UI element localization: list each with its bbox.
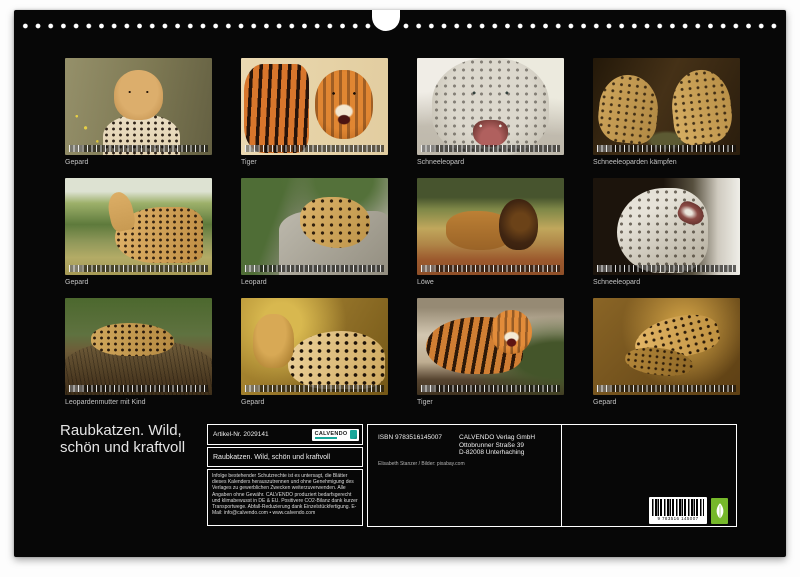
calvendo-logo-mark-icon [350, 430, 357, 439]
back-cover-title: Raubkatzen. Wild, schön und kraftvoll [60, 422, 185, 456]
ean-barcode: 9 783516 145007 [649, 497, 707, 524]
thumbnail-caption: Leopardenmutter mit Kind [65, 399, 212, 407]
thumbnail-cell: Schneeleopard [593, 178, 740, 298]
isbn-number: ISBN 9783516145007 [378, 434, 442, 441]
publisher-box: ISBN 9783516145007 CALVENDO Verlag GmbH … [367, 424, 737, 527]
thumbnail-caption: Tiger [417, 399, 564, 407]
thumbnail-cell: Gepard [65, 178, 212, 298]
back-cover-title-line2: schön und kraftvoll [60, 439, 185, 456]
legal-text: Infolge bestehender Schutzrechte ist es … [212, 473, 358, 516]
photo-gepard-laufend [593, 298, 740, 395]
thumbnail-cell: Gepard [241, 298, 388, 418]
ean-barcode-bars [652, 499, 704, 516]
thumbnail-caption: Gepard [241, 399, 388, 407]
photo-schneeleoparden-kaempfen [593, 58, 740, 155]
thumbnail-cell: Leopardenmutter mit Kind [65, 298, 212, 418]
thumbnail-caption: Schneeleopard [417, 159, 564, 167]
publisher-name: CALVENDO Verlag GmbH [459, 434, 535, 442]
thumbnail-cell: Tiger [241, 58, 388, 178]
photo-credit: Elisabeth Stanzer / Bilder: pixabay.com [378, 461, 465, 467]
photo-gepard-profil [65, 178, 212, 275]
thumbnail-caption: Schneeleoparden kämpfen [593, 159, 740, 167]
thumbnail-cell: Gepard [593, 298, 740, 418]
thumbnail-caption: Gepard [593, 399, 740, 407]
ean-barcode-number: 9 783516 145007 [652, 516, 704, 522]
photo-loewe [417, 178, 564, 275]
thumbnail-cell: Löwe [417, 178, 564, 298]
publisher-city: D-82008 Unterhaching [459, 449, 535, 457]
thumbnail-cell: Schneeleopard [417, 58, 564, 178]
photo-tiger-portrait [241, 58, 388, 155]
photo-schneeleopard-gaehnt [593, 178, 740, 275]
publisher-street: Ottobrunner Straße 39 [459, 442, 535, 450]
thumbnail-caption: Gepard [65, 279, 212, 287]
product-title-box: Raubkatzen. Wild, schön und kraftvoll [207, 447, 363, 467]
calvendo-logo-text-wrap: CALVENDO [315, 431, 348, 439]
thumbnail-cell: Leopard [241, 178, 388, 298]
calvendo-wordmark: CALVENDO [315, 431, 348, 437]
leaf-icon [714, 502, 726, 521]
thumbnail-cell: Schneeleoparden kämpfen [593, 58, 740, 178]
photo-schneeleopard-face [417, 58, 564, 155]
photo-gepard-portrait [65, 58, 212, 155]
calendar-back-cover: Gepard Tiger Schneeleopard Schneeleopard… [14, 10, 786, 557]
thumbnail-caption: Tiger [241, 159, 388, 167]
thumbnail-caption: Leopard [241, 279, 388, 287]
product-title: Raubkatzen. Wild, schön und kraftvoll [213, 454, 330, 461]
article-number: Artikel-Nr. 2029141 [213, 431, 269, 438]
thumbnail-caption: Gepard [65, 159, 212, 167]
thumbnail-caption: Löwe [417, 279, 564, 287]
calvendo-tagline-bar [315, 437, 337, 439]
article-number-box: Artikel-Nr. 2029141 CALVENDO [207, 424, 363, 445]
photo-gepard-liegend [241, 298, 388, 395]
back-cover-title-line1: Raubkatzen. Wild, [60, 422, 185, 439]
thumbnail-cell: Tiger [417, 298, 564, 418]
publisher-address: CALVENDO Verlag GmbH Ottobrunner Straße … [459, 434, 535, 457]
month-thumbnail-grid: Gepard Tiger Schneeleopard Schneeleopard… [65, 58, 740, 418]
photo-leopard-fels [241, 178, 388, 275]
eco-leaf-logo [711, 498, 728, 524]
calvendo-logo: CALVENDO [312, 429, 359, 441]
photo-leopardenmutter-kind [65, 298, 212, 395]
spiral-binding-holes [19, 20, 781, 32]
thumbnail-cell: Gepard [65, 58, 212, 178]
publisher-box-divider [561, 425, 562, 526]
legal-text-box: Infolge bestehender Schutzrechte ist es … [207, 469, 363, 526]
thumbnail-caption: Schneeleopard [593, 279, 740, 287]
photo-tiger-liegend [417, 298, 564, 395]
